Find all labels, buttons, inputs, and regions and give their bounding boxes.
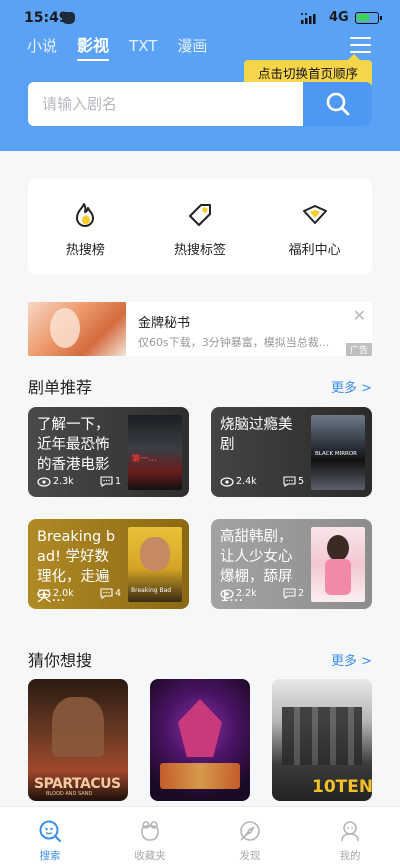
comment-icon	[100, 476, 113, 487]
network-type: 4G	[329, 10, 349, 25]
shortcut-welfare[interactable]: 福利中心	[267, 201, 363, 275]
bottom-nav: 搜索 收藏夹 发现 我的	[0, 806, 400, 866]
tab-comics[interactable]: 漫画	[177, 35, 207, 61]
profile-icon	[341, 821, 359, 842]
view-count: 2.3k	[37, 476, 74, 487]
poster-subtitle: BLOOD AND SAND	[46, 791, 93, 797]
recommend-more-link[interactable]: 更多 >	[331, 377, 372, 396]
ad-banner[interactable]: 金牌秘书 仅60s下载，3分钟暴富，模拟当总裁... ✕ 广告	[28, 302, 372, 356]
search-bar	[28, 82, 372, 126]
nav-label: 收藏夹	[134, 850, 166, 862]
playlist-card[interactable]: 了解一下，近年最恐怖的香港电影 2.3k 1 第一...	[28, 407, 189, 497]
close-icon[interactable]: ✕	[353, 306, 366, 325]
view-count: 2.2k	[220, 588, 257, 599]
search-input[interactable]	[28, 82, 303, 126]
signal-icon	[301, 13, 316, 24]
shortcut-card: 热搜榜 热搜标签 福利中心	[28, 179, 372, 275]
comment-count-text: 4	[115, 588, 122, 599]
view-count-text: 2.4k	[236, 476, 257, 487]
discover-icon	[240, 821, 260, 841]
comment-count: 2	[283, 588, 304, 599]
tab-txt[interactable]: TXT	[129, 35, 157, 61]
eye-icon	[37, 588, 51, 599]
ad-label: 广告	[345, 343, 372, 356]
shortcut-hot-tags[interactable]: 热搜标签	[152, 201, 248, 275]
poster-image: 第一...	[128, 415, 182, 490]
comment-icon	[283, 588, 296, 599]
poster-text: Breaking Bad	[131, 587, 172, 594]
nav-favorites[interactable]: 收藏夹	[100, 807, 200, 866]
header: 15:49 4G 小说 影视 TXT 漫画 点击切换首页顺序	[0, 0, 400, 151]
eye-icon	[37, 476, 51, 487]
poster-text: 第一...	[132, 454, 158, 463]
comment-count: 4	[100, 588, 121, 599]
playlist-card[interactable]: 高甜韩剧，让人少女心爆棚，舔屏1... 2.2k 2	[211, 519, 372, 609]
comment-count-text: 1	[115, 476, 122, 487]
playlist-card[interactable]: Breaking bad! 学好数理化，走遍天... 2.0k 4 Breaki…	[28, 519, 189, 609]
comment-count-text: 2	[298, 588, 305, 599]
poster-image	[311, 527, 365, 602]
guess-title: 猜你想搜	[28, 651, 93, 670]
guess-poster[interactable]: SPARTACUS BLOOD AND SAND	[28, 679, 128, 801]
playlist-title: 烧脑过瘾美剧	[220, 417, 293, 453]
poster-title: 10TEN	[312, 777, 372, 797]
view-count-text: 2.0k	[53, 588, 74, 599]
playlist-title: 了解一下，近年最恐怖的香港电影	[37, 417, 110, 473]
nav-label: 发现	[239, 850, 261, 862]
guess-poster[interactable]: 10TEN	[272, 679, 372, 801]
view-count-text: 2.3k	[53, 476, 74, 487]
tab-video[interactable]: 影视	[77, 35, 110, 61]
view-count-text: 2.2k	[236, 588, 257, 599]
nav-profile[interactable]: 我的	[300, 807, 400, 866]
menu-icon[interactable]	[350, 37, 371, 53]
view-count: 2.0k	[37, 588, 74, 599]
search-face-icon	[39, 820, 62, 843]
top-tabs: 小说 影视 TXT 漫画	[27, 35, 227, 61]
comment-icon	[283, 476, 296, 487]
poster-image: Breaking Bad	[128, 527, 182, 602]
comment-icon	[100, 588, 113, 599]
ad-description: 仅60s下载，3分钟暴富，模拟当总裁...	[138, 336, 330, 349]
nav-label: 我的	[339, 850, 361, 862]
app-notification-icon	[62, 12, 75, 24]
shortcut-label: 福利中心	[288, 243, 341, 258]
poster-text: BLACK MIRROR	[315, 451, 357, 457]
nav-label: 搜索	[39, 850, 61, 862]
poster-image: BLACK MIRROR	[311, 415, 365, 490]
shortcut-hot-list[interactable]: 热搜榜	[37, 201, 133, 275]
ad-title: 金牌秘书	[138, 316, 191, 331]
gift-icon	[302, 205, 327, 224]
ad-image	[28, 302, 126, 356]
view-count: 2.4k	[220, 476, 257, 487]
nav-search[interactable]: 搜索	[0, 807, 100, 866]
shortcut-label: 热搜标签	[173, 243, 226, 258]
status-bar: 15:49 4G	[0, 0, 400, 36]
comment-count: 5	[283, 476, 304, 487]
guess-poster[interactable]	[150, 679, 250, 801]
shortcut-label: 热搜榜	[65, 243, 105, 258]
flame-icon	[76, 203, 95, 227]
recommend-title: 剧单推荐	[28, 378, 93, 397]
tab-novel[interactable]: 小说	[27, 35, 57, 61]
playlist-card[interactable]: 烧脑过瘾美剧 2.4k 5 BLACK MIRROR	[211, 407, 372, 497]
nav-discover[interactable]: 发现	[200, 807, 300, 866]
comment-count-text: 5	[298, 476, 305, 487]
guess-more-link[interactable]: 更多 >	[331, 650, 372, 669]
eye-icon	[220, 476, 234, 487]
favorites-icon	[141, 821, 159, 841]
eye-icon	[220, 588, 234, 599]
search-button[interactable]	[303, 82, 372, 126]
tag-icon	[188, 204, 211, 226]
comment-count: 1	[100, 476, 121, 487]
battery-icon	[355, 12, 382, 24]
search-icon	[326, 92, 349, 116]
poster-title: SPARTACUS	[34, 776, 121, 792]
